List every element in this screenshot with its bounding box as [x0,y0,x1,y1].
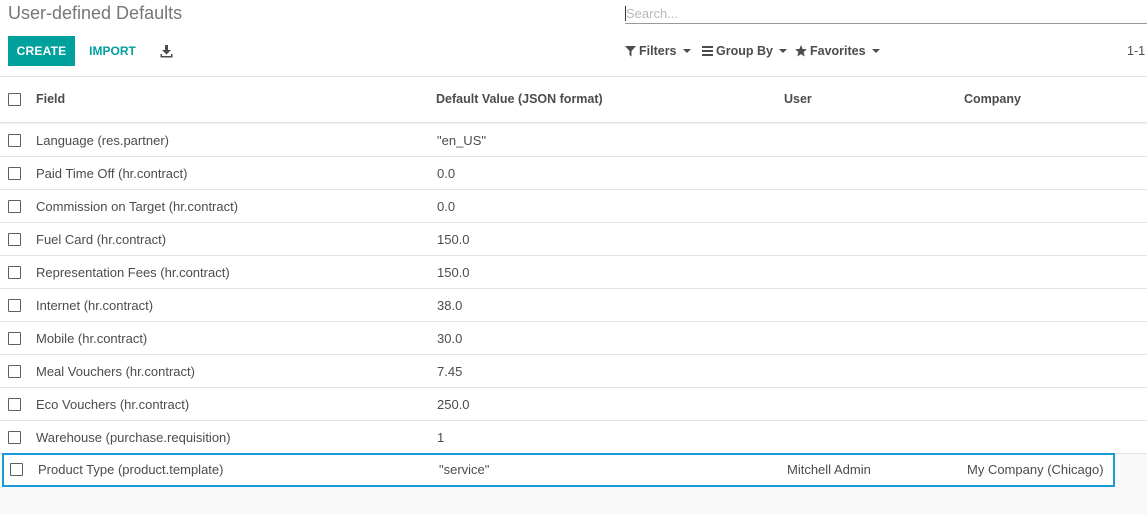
cell-user: Mitchell Admin [787,462,871,477]
column-header-company[interactable]: Company [964,92,1021,106]
table-row[interactable]: Paid Time Off (hr.contract) 0.0 [0,157,1147,190]
list-view: Field Default Value (JSON format) User C… [0,77,1147,514]
caret-down-icon [871,49,880,53]
group-by-label: Group By [716,44,773,58]
cell-field: Paid Time Off (hr.contract) [36,166,188,181]
list-icon [702,46,713,56]
row-checkbox[interactable] [8,365,21,378]
create-button[interactable]: CREATE [8,36,75,66]
row-checkbox[interactable] [8,167,21,180]
table-row[interactable]: Language (res.partner) "en_US" [0,124,1147,157]
table-row[interactable]: Fuel Card (hr.contract) 150.0 [0,223,1147,256]
filters-dropdown[interactable]: Filters [625,42,691,60]
cell-default-value: "service" [439,462,490,477]
table-row[interactable]: Eco Vouchers (hr.contract) 250.0 [0,388,1147,421]
row-checkbox[interactable] [8,431,21,444]
row-checkbox[interactable] [8,332,21,345]
cell-field: Mobile (hr.contract) [36,331,148,346]
group-by-dropdown[interactable]: Group By [702,42,787,60]
row-checkbox[interactable] [8,266,21,279]
cell-default-value: 1 [437,430,445,445]
table-row-highlighted[interactable]: Product Type (product.template) "service… [2,453,1115,487]
row-checkbox[interactable] [8,200,21,213]
cell-default-value: 0.0 [437,199,456,214]
cell-field: Fuel Card (hr.contract) [36,232,167,247]
table-header: Field Default Value (JSON format) User C… [0,77,1147,123]
funnel-icon [625,45,636,57]
download-icon[interactable] [155,38,177,64]
cell-field: Eco Vouchers (hr.contract) [36,397,190,412]
row-checkbox[interactable] [8,233,21,246]
cell-default-value: 150.0 [437,265,470,280]
search-input[interactable] [626,3,1146,23]
filters-label: Filters [639,44,677,58]
page-title[interactable]: User-defined Defaults [8,3,182,24]
table-row[interactable]: Mobile (hr.contract) 30.0 [0,322,1147,355]
cell-field: Meal Vouchers (hr.contract) [36,364,195,379]
cell-default-value: 150.0 [437,232,470,247]
favorites-dropdown[interactable]: Favorites [795,42,880,60]
cell-company: My Company (Chicago) [967,462,1104,477]
cell-field: Product Type (product.template) [38,462,224,477]
control-panel: User-defined Defaults CREATE IMPORT Filt… [0,0,1147,77]
table-row[interactable]: Internet (hr.contract) 38.0 [0,289,1147,322]
column-header-field[interactable]: Field [36,92,65,106]
cell-default-value: "en_US" [437,133,486,148]
favorites-label: Favorites [810,44,866,58]
column-header-user[interactable]: User [784,92,812,106]
table-row[interactable]: Warehouse (purchase.requisition) 1 [0,421,1147,454]
column-header-default-value[interactable]: Default Value (JSON format) [436,92,603,106]
row-checkbox[interactable] [8,398,21,411]
select-all-checkbox[interactable] [8,93,21,106]
caret-down-icon [682,49,691,53]
import-button[interactable]: IMPORT [81,36,144,66]
row-checkbox[interactable] [8,299,21,312]
cell-default-value: 0.0 [437,166,456,181]
row-checkbox[interactable] [10,463,23,476]
pager-value[interactable]: 1-1 [1127,44,1145,58]
cell-default-value: 30.0 [437,331,463,346]
table-row[interactable]: Commission on Target (hr.contract) 0.0 [0,190,1147,223]
caret-down-icon [778,49,787,53]
search-bar[interactable] [625,3,1147,24]
row-checkbox[interactable] [8,134,21,147]
cell-default-value: 38.0 [437,298,463,313]
table-row[interactable]: Representation Fees (hr.contract) 150.0 [0,256,1147,289]
cell-field: Commission on Target (hr.contract) [36,199,239,214]
table-row[interactable]: Meal Vouchers (hr.contract) 7.45 [0,355,1147,388]
cell-field: Warehouse (purchase.requisition) [36,430,231,445]
cell-field: Language (res.partner) [36,133,169,148]
cell-field: Internet (hr.contract) [36,298,154,313]
cell-field: Representation Fees (hr.contract) [36,265,230,280]
cell-default-value: 7.45 [437,364,463,379]
star-icon [795,45,807,57]
cell-default-value: 250.0 [437,397,470,412]
